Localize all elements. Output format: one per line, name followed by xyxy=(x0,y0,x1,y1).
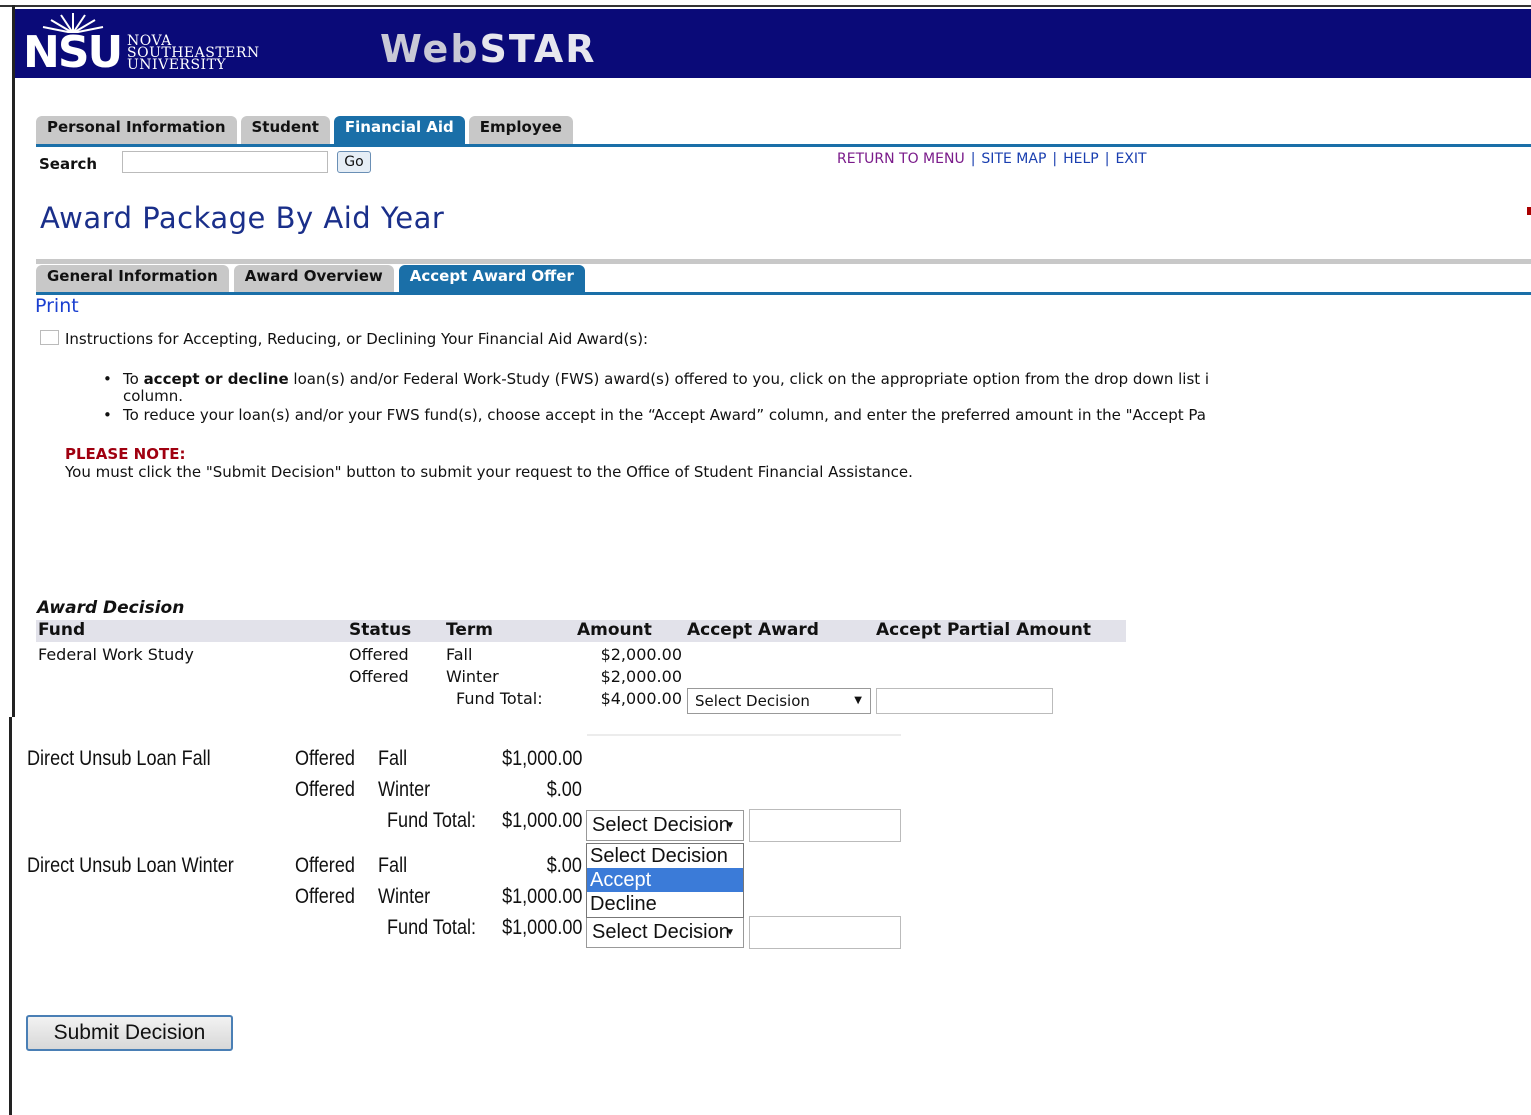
university-name: NOVA SOUTHEASTERN UNIVERSITY xyxy=(127,33,260,73)
main-tabs: Personal Information Student Financial A… xyxy=(36,116,577,144)
window-left-border-lower xyxy=(9,717,12,1115)
fund-amount: $2,000.00 xyxy=(600,645,682,664)
fund-total-label: Fund Total: xyxy=(456,689,543,708)
fund-amount: $.00 xyxy=(546,854,582,877)
cropped-edge xyxy=(587,734,901,736)
help-link[interactable]: HELP xyxy=(1063,151,1099,167)
dropdown-option-select-decision[interactable]: Select Decision xyxy=(587,844,743,868)
fund-amount: $.00 xyxy=(546,778,582,801)
window-top-border xyxy=(0,0,1531,7)
sub-tabs: General Information Award Overview Accep… xyxy=(36,265,590,293)
bullet-dot: • xyxy=(103,406,112,424)
instruction-bullet-1: • To accept or decline loan(s) and/or Fed… xyxy=(103,370,1210,388)
accept-award-select[interactable]: Select Decision ▼ xyxy=(586,810,744,841)
tab-personal-information[interactable]: Personal Information xyxy=(36,116,237,144)
fund-amount: $1,000.00 xyxy=(501,747,582,770)
fund-status: Offered xyxy=(295,885,355,908)
accept-award-select[interactable]: Select Decision ▼ xyxy=(586,917,744,948)
accept-partial-amount-input[interactable] xyxy=(749,809,901,842)
fund-name: Direct Unsub Loan Winter xyxy=(27,854,234,877)
fund-status: Offered xyxy=(349,645,409,664)
fund-name: Direct Unsub Loan Fall xyxy=(27,747,211,770)
title-divider xyxy=(36,259,1531,264)
award-decision-heading: Award Decision xyxy=(37,598,185,618)
tab-underline xyxy=(36,144,1531,147)
link-separator: | xyxy=(970,151,976,167)
print-link[interactable]: Print xyxy=(35,295,79,317)
fund-total-label: Fund Total: xyxy=(387,916,477,939)
please-note-label: PLEASE NOTE: xyxy=(65,445,186,463)
site-map-link[interactable]: SITE MAP xyxy=(981,151,1046,167)
exit-link[interactable]: EXIT xyxy=(1115,151,1146,167)
accept-partial-amount-input[interactable] xyxy=(876,688,1053,714)
edge-marker xyxy=(1527,207,1531,215)
go-button[interactable]: Go xyxy=(337,151,371,173)
column-header-accept-award: Accept Award xyxy=(687,620,819,640)
instructions-checkbox[interactable] xyxy=(40,330,59,345)
column-header-status: Status xyxy=(349,620,412,640)
fund-total-amount: $1,000.00 xyxy=(501,916,582,939)
subtab-underline xyxy=(36,292,1531,295)
link-separator: | xyxy=(1052,151,1058,167)
fund-total-amount: $4,000.00 xyxy=(600,689,682,708)
page-title: Award Package By Aid Year xyxy=(40,201,445,235)
tab-general-information[interactable]: General Information xyxy=(36,265,229,293)
dropdown-option-decline[interactable]: Decline xyxy=(587,892,743,916)
webstar-logo: WebSTAR xyxy=(380,27,597,71)
fund-term: Fall xyxy=(378,747,408,770)
column-header-term: Term xyxy=(446,620,493,640)
column-header-fund: Fund xyxy=(38,620,86,640)
please-note-text: You must click the "Submit Decision" but… xyxy=(65,463,913,481)
search-input[interactable] xyxy=(122,151,328,173)
fund-amount: $1,000.00 xyxy=(501,885,582,908)
instructions-heading: Instructions for Accepting, Reducing, or… xyxy=(65,330,649,348)
column-header-accept-partial: Accept Partial Amount xyxy=(876,620,1091,640)
fund-term: Winter xyxy=(446,667,499,686)
decision-dropdown-list: Select Decision Accept Decline xyxy=(586,843,744,918)
accept-partial-amount-input[interactable] xyxy=(749,916,901,949)
fund-status: Offered xyxy=(295,854,355,877)
submit-decision-button[interactable]: Submit Decision xyxy=(26,1015,233,1051)
search-label: Search xyxy=(39,155,98,173)
fund-status: Offered xyxy=(295,747,355,770)
column-header-amount: Amount xyxy=(577,620,652,640)
fund-status: Offered xyxy=(295,778,355,801)
window-left-border xyxy=(12,5,15,717)
tab-employee[interactable]: Employee xyxy=(468,116,573,144)
tab-student[interactable]: Student xyxy=(240,116,330,144)
fund-term: Winter xyxy=(378,885,431,908)
chevron-down-icon: ▼ xyxy=(854,695,862,706)
tab-financial-aid[interactable]: Financial Aid xyxy=(333,116,465,144)
tab-accept-award-offer[interactable]: Accept Award Offer xyxy=(398,265,585,293)
link-separator: | xyxy=(1104,151,1110,167)
fund-total-label: Fund Total: xyxy=(387,809,477,832)
fund-term: Winter xyxy=(378,778,431,801)
top-links: RETURN TO MENU | SITE MAP | HELP | EXIT xyxy=(837,151,1147,167)
fund-total-amount: $1,000.00 xyxy=(501,809,582,832)
dropdown-option-accept[interactable]: Accept xyxy=(587,868,743,892)
fund-name: Federal Work Study xyxy=(38,645,194,664)
header-banner: NSU NOVA SOUTHEASTERN UNIVERSITY WebSTAR xyxy=(15,9,1531,78)
fund-term: Fall xyxy=(378,854,408,877)
nsu-logo: NSU xyxy=(23,27,123,78)
fund-term: Fall xyxy=(446,645,473,664)
chevron-down-icon: ▼ xyxy=(725,927,735,938)
accept-award-select[interactable]: Select Decision ▼ xyxy=(687,688,871,714)
fund-amount: $2,000.00 xyxy=(600,667,682,686)
instruction-bullet-2: • To reduce your loan(s) and/or your FWS … xyxy=(103,406,1206,424)
return-to-menu-link[interactable]: RETURN TO MENU xyxy=(837,151,965,167)
chevron-down-icon: ▼ xyxy=(725,820,735,831)
instruction-bullet-1-wrap: column. xyxy=(123,387,183,405)
tab-award-overview[interactable]: Award Overview xyxy=(233,265,394,293)
bullet-dot: • xyxy=(103,370,112,388)
fund-status: Offered xyxy=(349,667,409,686)
